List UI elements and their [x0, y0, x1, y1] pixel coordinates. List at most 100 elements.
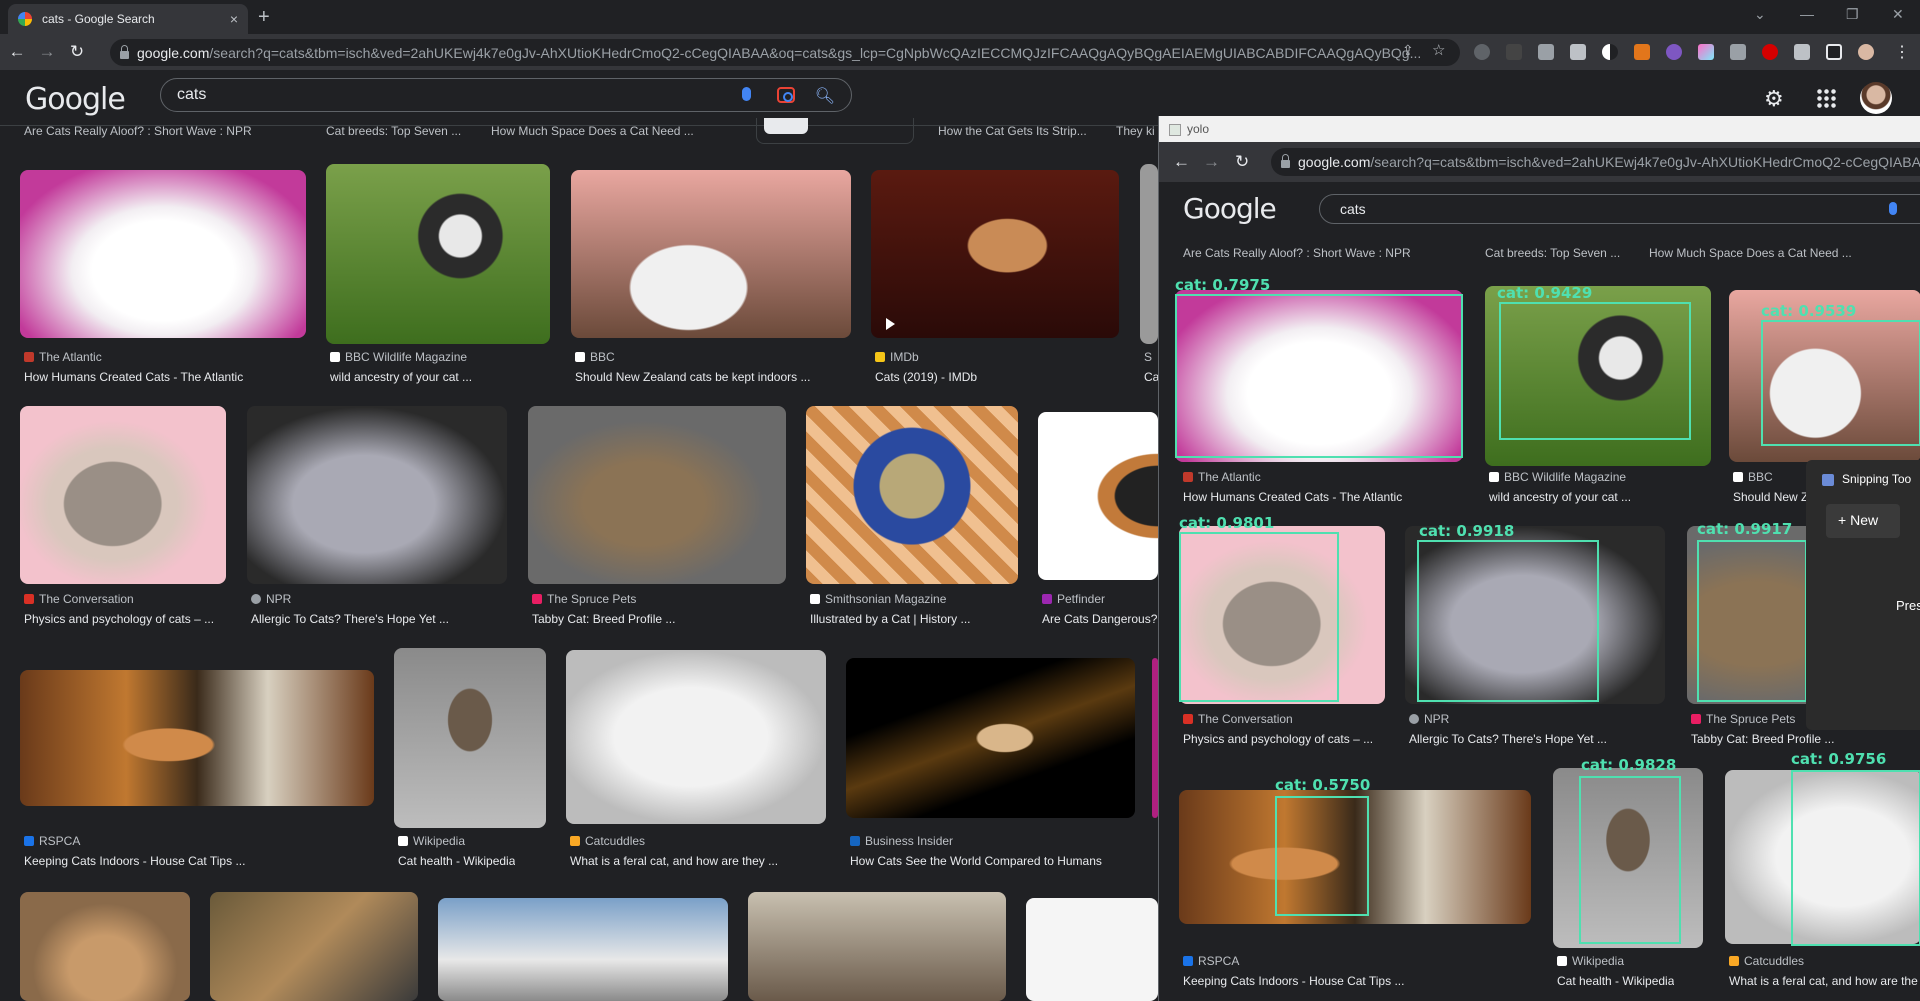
- result-source[interactable]: NPR: [251, 592, 291, 606]
- search-input[interactable]: cats: [1319, 194, 1920, 224]
- camera-extension-icon[interactable]: [1570, 44, 1586, 60]
- result-caption[interactable]: Are Cats Really Aloof? : Short Wave : NP…: [1183, 246, 1411, 260]
- cat-image-partial[interactable]: [1026, 898, 1158, 1001]
- cat-image-grey-licking[interactable]: [247, 406, 507, 584]
- account-avatar[interactable]: [1860, 82, 1892, 114]
- cat-image-dark[interactable]: [846, 658, 1135, 818]
- result-source[interactable]: BBC: [575, 350, 615, 364]
- result-caption[interactable]: wild ancestry of your cat ...: [1489, 490, 1631, 504]
- browser-tab[interactable]: cats - Google Search ×: [8, 4, 248, 34]
- google-lens-icon[interactable]: [777, 87, 795, 103]
- result-caption[interactable]: Tabby Cat: Breed Profile ...: [1691, 732, 1834, 746]
- cat-image-partial[interactable]: [20, 892, 190, 1001]
- result-caption[interactable]: Should New Z: [1733, 490, 1809, 504]
- result-caption[interactable]: Cat health - Wikipedia: [1557, 974, 1674, 988]
- result-source[interactable]: Catcuddles: [1729, 954, 1804, 968]
- extension-icon[interactable]: [1762, 44, 1778, 60]
- result-source[interactable]: Wikipedia: [1557, 954, 1624, 968]
- result-caption[interactable]: How Much Space Does a Cat Need ...: [491, 124, 694, 138]
- result-caption[interactable]: Allergic To Cats? There's Hope Yet ...: [251, 612, 449, 626]
- cat-image-partial[interactable]: [748, 892, 1006, 1001]
- extension-icon[interactable]: [1538, 44, 1554, 60]
- address-bar[interactable]: google.com/search?q=cats&tbm=isch&ved=2a…: [110, 39, 1460, 66]
- metamask-icon[interactable]: [1634, 44, 1650, 60]
- cat-image-partial[interactable]: [1140, 164, 1158, 344]
- result-source[interactable]: BBC Wildlife Magazine: [1489, 470, 1626, 484]
- result-source[interactable]: BBC: [1733, 470, 1773, 484]
- result-caption[interactable]: How Cats See the World Compared to Human…: [850, 854, 1102, 868]
- microphone-icon[interactable]: [1889, 202, 1897, 215]
- cat-image-partial[interactable]: [438, 898, 728, 1001]
- result-caption[interactable]: Cat breeds: Top Seven ...: [1485, 246, 1620, 260]
- google-logo[interactable]: Google: [25, 82, 126, 117]
- new-tab-button[interactable]: +: [258, 6, 270, 29]
- back-icon[interactable]: ←: [4, 42, 30, 62]
- result-caption[interactable]: How Humans Created Cats - The Atlantic: [1183, 490, 1402, 504]
- result-source[interactable]: Smithsonian Magazine: [810, 592, 946, 606]
- side-panel-icon[interactable]: [1826, 44, 1842, 60]
- maximize-button[interactable]: ❐: [1846, 6, 1859, 23]
- reload-icon[interactable]: ↻: [64, 42, 90, 62]
- result-caption[interactable]: Are Cats Dangerous?: [1042, 612, 1158, 626]
- bookmark-star-icon[interactable]: ☆: [1432, 41, 1445, 59]
- menu-kebab-icon[interactable]: ⋮: [1894, 42, 1910, 62]
- cat-image-partial[interactable]: [1038, 412, 1158, 580]
- yolo-window-title[interactable]: yolo: [1159, 116, 1920, 142]
- forward-icon[interactable]: →: [34, 42, 60, 62]
- result-caption[interactable]: Allergic To Cats? There's Hope Yet ...: [1409, 732, 1607, 746]
- result-caption[interactable]: What is a feral cat, and how are they ..…: [570, 854, 778, 868]
- cat-image-walking[interactable]: [394, 648, 546, 828]
- result-caption[interactable]: Cats (2019) - IMDb: [875, 370, 977, 384]
- result-caption[interactable]: wild ancestry of your cat ...: [330, 370, 472, 384]
- result-caption[interactable]: Physics and psychology of cats – ...: [24, 612, 214, 626]
- result-source[interactable]: RSPCA: [24, 834, 80, 848]
- result-source[interactable]: Business Insider: [850, 834, 953, 848]
- settings-gear-icon[interactable]: ⚙: [1764, 86, 1784, 112]
- result-source[interactable]: NPR: [1409, 712, 1449, 726]
- result-source[interactable]: Wikipedia: [398, 834, 465, 848]
- dark-reader-icon[interactable]: [1602, 44, 1618, 60]
- close-window-button[interactable]: ✕: [1892, 6, 1904, 23]
- result-source[interactable]: The Spruce Pets: [1691, 712, 1795, 726]
- cat-image-illustrated[interactable]: [806, 406, 1018, 584]
- result-source[interactable]: Petfinder: [1042, 592, 1105, 606]
- result-source[interactable]: The Conversation: [24, 592, 134, 606]
- new-snip-button[interactable]: + New: [1826, 504, 1900, 538]
- google-apps-icon[interactable]: [1816, 88, 1836, 108]
- result-caption[interactable]: Illustrated by a Cat | History ...: [810, 612, 971, 626]
- cat-image-partial[interactable]: [210, 892, 418, 1001]
- back-icon[interactable]: ←: [1173, 152, 1190, 172]
- extension-icon[interactable]: [1506, 44, 1522, 60]
- result-source[interactable]: The Conversation: [1183, 712, 1293, 726]
- result-caption[interactable]: Keeping Cats Indoors - House Cat Tips ..…: [24, 854, 245, 868]
- tab-search-icon[interactable]: ⌄: [1754, 6, 1766, 23]
- extension-icon[interactable]: [1698, 44, 1714, 60]
- result-source[interactable]: S: [1144, 350, 1152, 364]
- result-caption[interactable]: What is a feral cat, and how are the: [1729, 974, 1920, 988]
- snipping-tool-window[interactable]: Snipping Too + New Pres: [1806, 460, 1920, 730]
- extension-icon[interactable]: [1730, 44, 1746, 60]
- yolo-address-bar[interactable]: google.com/search?q=cats&tbm=isch&ved=2a…: [1271, 148, 1920, 176]
- result-caption[interactable]: Keeping Cats Indoors - House Cat Tips ..…: [1183, 974, 1404, 988]
- cat-image-grass[interactable]: [326, 164, 550, 344]
- cat-image-white-persian[interactable]: [20, 170, 306, 338]
- result-caption[interactable]: How Humans Created Cats - The Atlantic: [24, 370, 243, 384]
- reload-icon[interactable]: ↻: [1235, 152, 1249, 172]
- result-source[interactable]: RSPCA: [1183, 954, 1239, 968]
- result-source[interactable]: Catcuddles: [570, 834, 645, 848]
- result-caption[interactable]: Ca: [1144, 370, 1158, 384]
- result-caption[interactable]: Physics and psychology of cats – ...: [1183, 732, 1373, 746]
- share-icon[interactable]: ⇪: [1402, 42, 1414, 59]
- result-caption[interactable]: Should New Zealand cats be kept indoors …: [575, 370, 810, 384]
- tab-close-icon[interactable]: ×: [230, 11, 238, 27]
- cat-image-white-feral[interactable]: [566, 650, 826, 824]
- result-source[interactable]: The Atlantic: [24, 350, 102, 364]
- result-caption[interactable]: How the Cat Gets Its Strip...: [938, 124, 1087, 138]
- forward-icon[interactable]: →: [1203, 152, 1220, 172]
- microphone-icon[interactable]: [742, 87, 751, 101]
- result-caption[interactable]: They ki: [1116, 124, 1155, 138]
- extension-icon[interactable]: [1474, 44, 1490, 60]
- result-caption[interactable]: How Much Space Does a Cat Need ...: [1649, 246, 1852, 260]
- result-caption[interactable]: Are Cats Really Aloof? : Short Wave : NP…: [24, 124, 252, 138]
- result-thumbnail[interactable]: [764, 118, 808, 134]
